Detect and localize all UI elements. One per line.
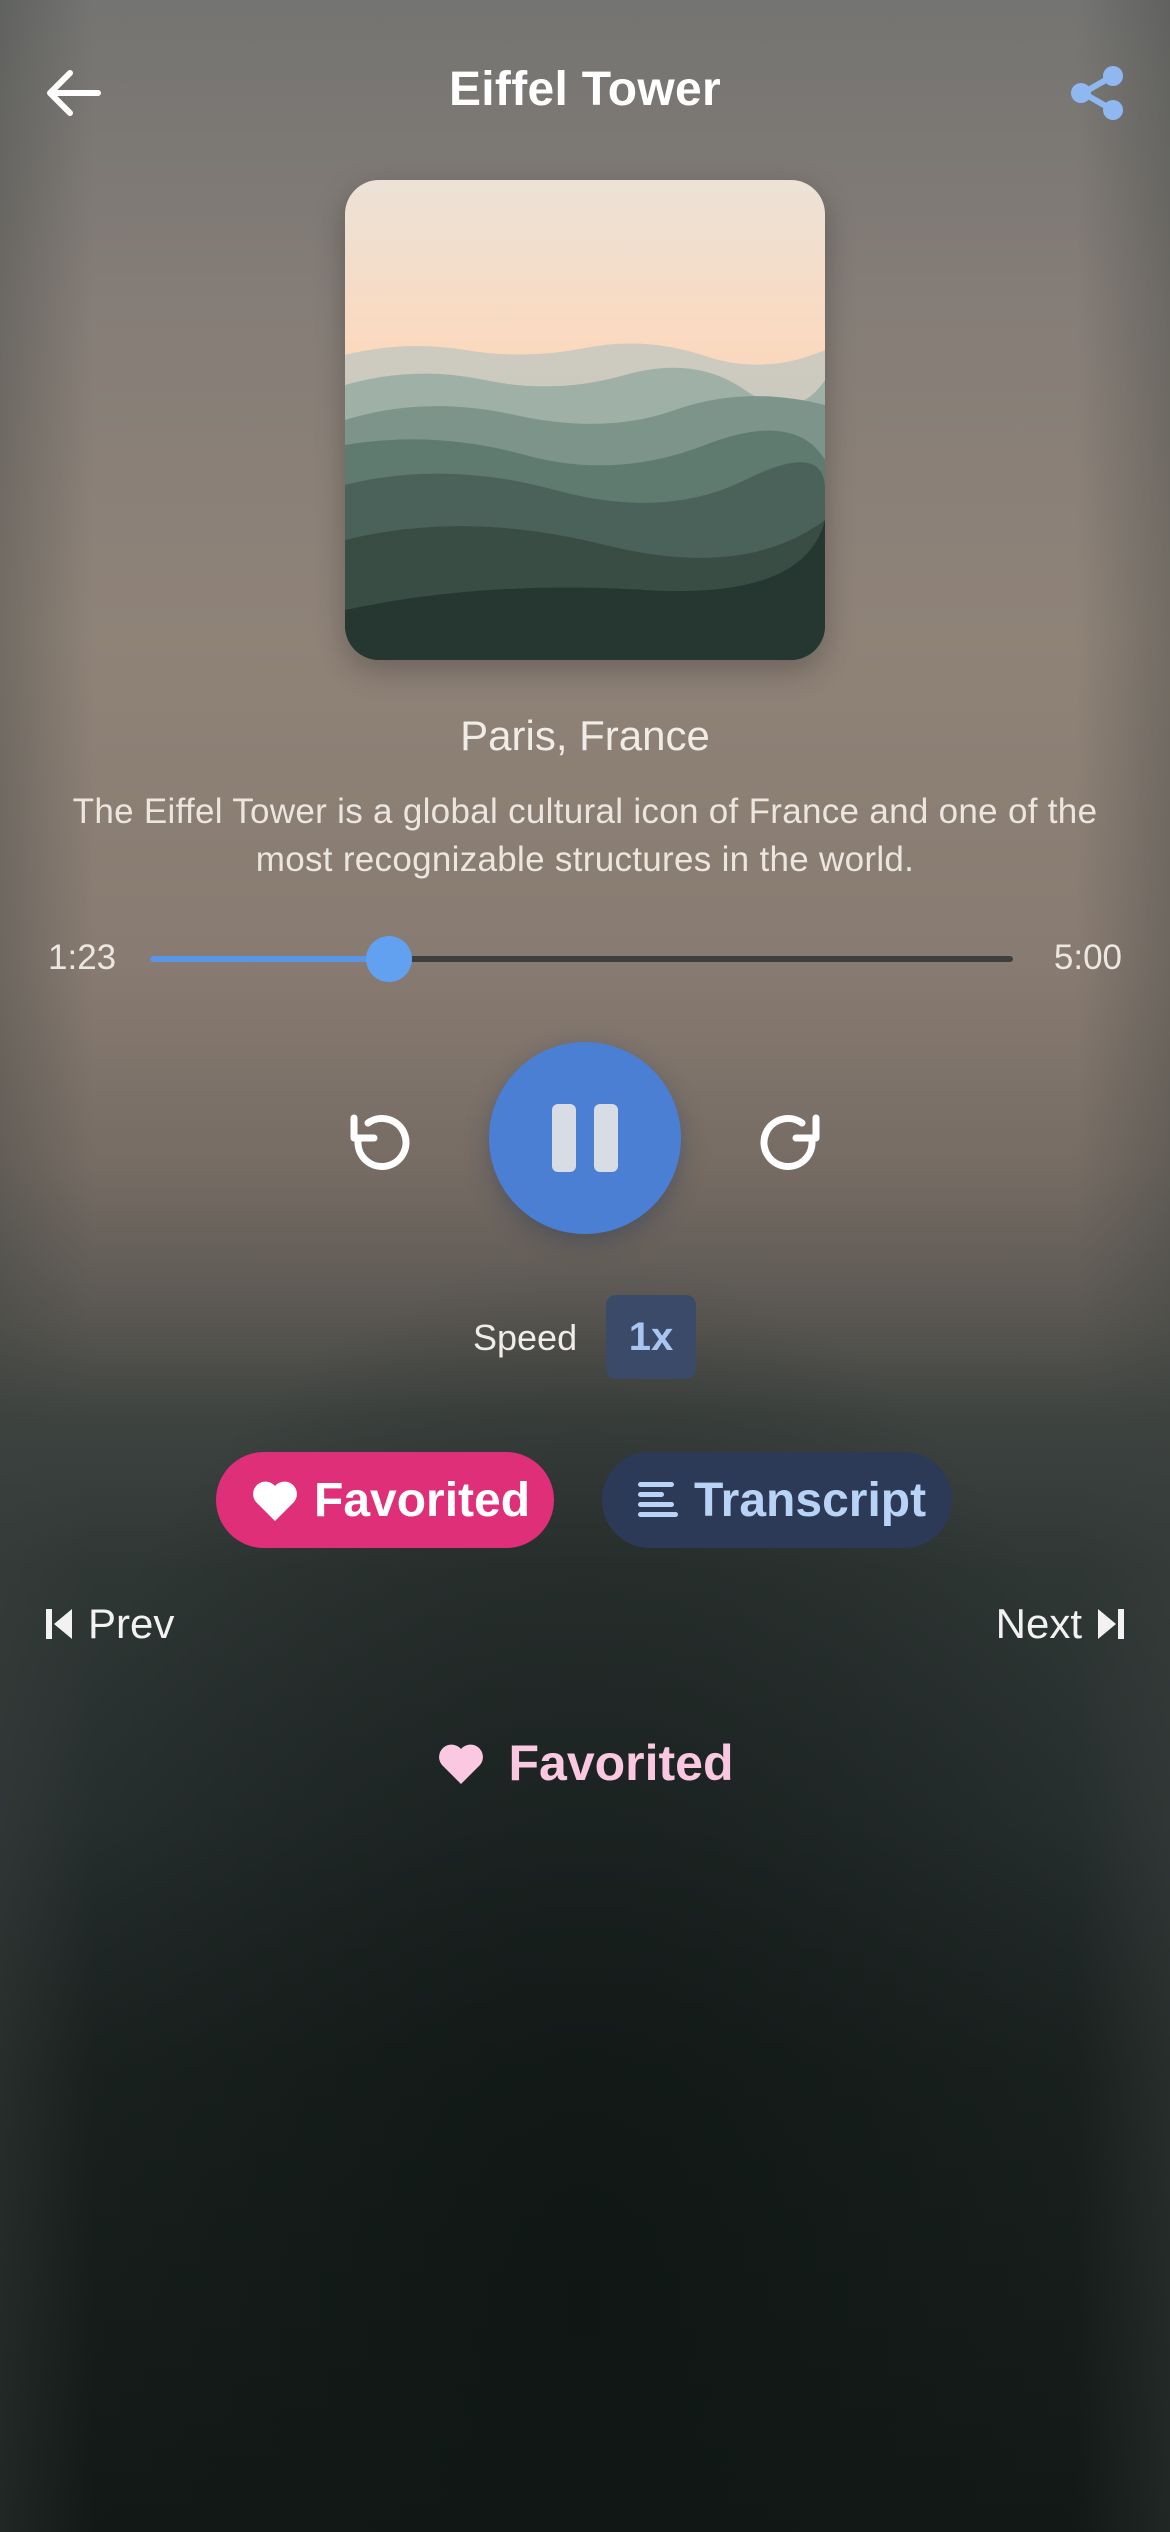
track-location: Paris, France bbox=[460, 712, 710, 759]
transcript-button[interactable]: Transcript bbox=[602, 1452, 952, 1548]
transcript-label: Transcript bbox=[694, 1473, 927, 1527]
skip-forward-icon bbox=[1096, 1607, 1124, 1641]
playback-controls bbox=[0, 1042, 1170, 1234]
share-icon bbox=[1071, 66, 1123, 120]
align-left-icon bbox=[636, 1478, 680, 1522]
speed-button[interactable]: 1x bbox=[606, 1295, 696, 1379]
rotate-cw-icon bbox=[760, 1114, 820, 1170]
speed-row: Speed 1x bbox=[0, 1295, 1170, 1381]
skip-back-icon bbox=[46, 1607, 74, 1641]
progress-slider[interactable] bbox=[150, 936, 1013, 982]
rotate-ccw-icon bbox=[350, 1114, 410, 1170]
current-time: 1:23 bbox=[48, 938, 117, 977]
forward-button[interactable] bbox=[750, 1104, 830, 1184]
prev-label: Prev bbox=[88, 1600, 175, 1647]
total-time: 5:00 bbox=[1053, 938, 1122, 977]
rewind-button[interactable] bbox=[340, 1104, 420, 1184]
pause-icon-bar bbox=[594, 1104, 618, 1172]
artwork-image bbox=[345, 180, 825, 660]
pause-button[interactable] bbox=[489, 1042, 681, 1234]
next-label: Next bbox=[995, 1600, 1082, 1647]
heart-icon bbox=[250, 1477, 300, 1523]
favorited-status-label: Favorited bbox=[508, 1735, 734, 1791]
heart-icon bbox=[436, 1740, 486, 1786]
prev-button[interactable]: Prev bbox=[46, 1600, 174, 1648]
progress-fill bbox=[150, 956, 390, 962]
page-title: Eiffel Tower bbox=[448, 63, 722, 116]
share-button[interactable] bbox=[1062, 58, 1132, 128]
speed-label: Speed bbox=[473, 1317, 578, 1358]
favorited-status: Favorited bbox=[0, 1734, 1170, 1792]
next-button[interactable]: Next bbox=[996, 1600, 1124, 1648]
favorite-button[interactable]: Favorited bbox=[216, 1452, 554, 1548]
pause-icon bbox=[552, 1104, 576, 1172]
progress-thumb[interactable] bbox=[366, 936, 413, 982]
track-description: The Eiffel Tower is a global cultural ic… bbox=[72, 792, 1098, 879]
favorite-label: Favorited bbox=[314, 1473, 531, 1527]
header: Eiffel Tower bbox=[0, 40, 1170, 140]
